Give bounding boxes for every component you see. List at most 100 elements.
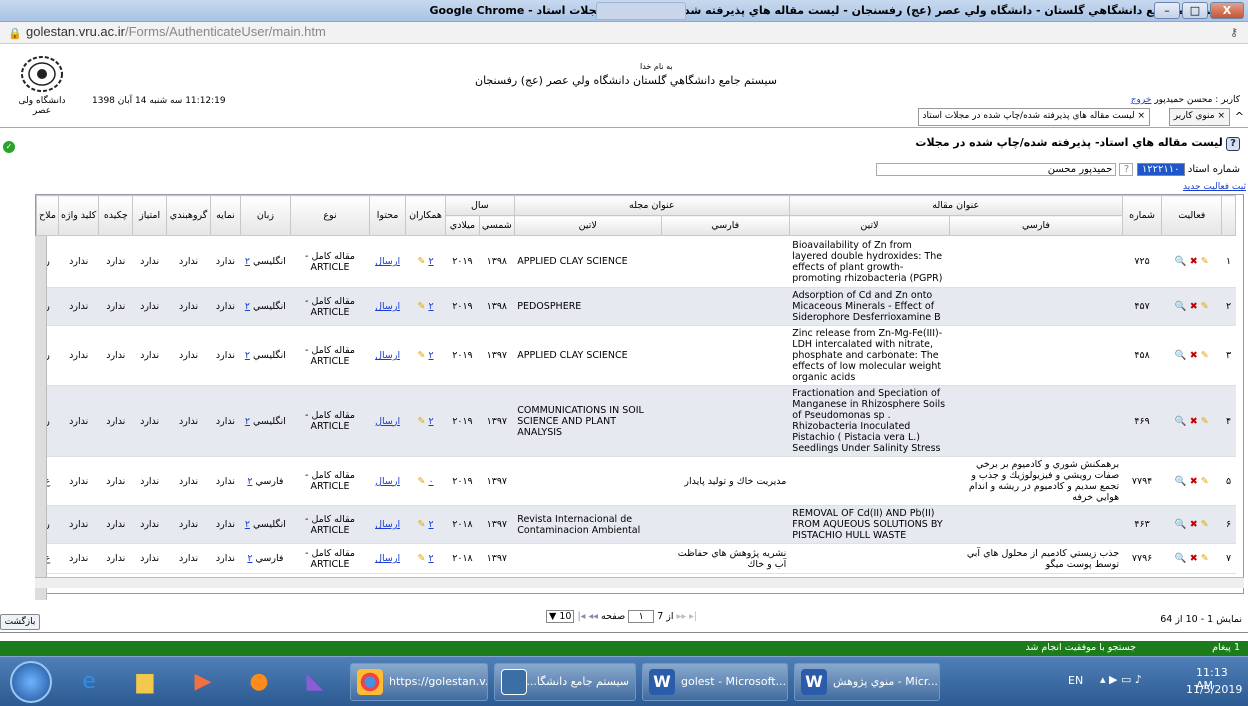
page-size-select[interactable]: ▼ 10 bbox=[546, 610, 575, 623]
language-mark[interactable]: ۲ bbox=[247, 476, 252, 487]
delete-icon[interactable]: ✖ bbox=[1190, 416, 1198, 427]
vs-icon[interactable]: ◣ bbox=[292, 663, 338, 701]
home-caret-icon[interactable]: ^ bbox=[1235, 110, 1244, 123]
view-icon[interactable]: 🔍 bbox=[1175, 553, 1187, 564]
close-button[interactable]: X bbox=[1210, 2, 1244, 19]
taskbar-golestan[interactable]: سيستم جامع دانشگا... bbox=[494, 663, 636, 701]
send-link[interactable]: ارسال bbox=[375, 350, 400, 361]
edit-coauthors-icon[interactable]: ✎ bbox=[417, 416, 425, 427]
professor-label: شماره استاد bbox=[1187, 164, 1240, 175]
taskbar-word-1[interactable]: Wgolest - Microsoft... bbox=[642, 663, 788, 701]
coauthor-count[interactable]: ۲ bbox=[428, 256, 433, 267]
row-journal-latin: PEDOSPHERE bbox=[514, 287, 662, 326]
edit-icon[interactable]: ✎ bbox=[1201, 519, 1209, 530]
logout-link[interactable]: خروج bbox=[1131, 95, 1152, 105]
row-title-latin: Adsorption of Cd and Zn onto Micaceous M… bbox=[789, 287, 950, 326]
edit-coauthors-icon[interactable]: ✎ bbox=[417, 519, 425, 530]
row-actions: ✎ ✖ 🔍 bbox=[1161, 287, 1222, 326]
coauthor-count[interactable]: ۲ bbox=[428, 519, 433, 530]
address-bar[interactable]: 🔒 golestan.vru.ac.ir/Forms/AuthenticateU… bbox=[0, 22, 1248, 44]
delete-icon[interactable]: ✖ bbox=[1190, 256, 1198, 267]
page-number-input[interactable]: ۱ bbox=[628, 610, 655, 623]
grid-hscroll[interactable] bbox=[35, 577, 1244, 588]
tray-icons[interactable]: ▴ ▶ ▭ ♪ bbox=[1100, 673, 1142, 686]
back-button[interactable]: بازگشت bbox=[0, 614, 40, 630]
maximize-button[interactable]: □ bbox=[1182, 2, 1208, 19]
edit-coauthors-icon[interactable]: ✎ bbox=[417, 301, 425, 312]
send-link[interactable]: ارسال bbox=[375, 519, 400, 530]
clock-date[interactable]: 11/5/2019 bbox=[1186, 683, 1242, 696]
prev-page-icon[interactable]: ◂◂ bbox=[588, 611, 598, 622]
delete-icon[interactable]: ✖ bbox=[1190, 476, 1198, 487]
view-icon[interactable]: 🔍 bbox=[1175, 301, 1187, 312]
help-icon[interactable]: ? bbox=[1226, 137, 1240, 151]
professor-number-field[interactable]: ۱۲۲۲۱۱۰ bbox=[1136, 163, 1185, 176]
key-icon[interactable]: ⚷ bbox=[1230, 26, 1238, 39]
row-journal-latin bbox=[514, 543, 662, 574]
view-icon[interactable]: 🔍 bbox=[1175, 416, 1187, 427]
edit-icon[interactable]: ✎ bbox=[1201, 476, 1209, 487]
view-icon[interactable]: 🔍 bbox=[1175, 256, 1187, 267]
language-mark[interactable]: ۲ bbox=[247, 553, 252, 564]
language-mark[interactable]: ۲ bbox=[245, 416, 250, 427]
edit-coauthors-icon[interactable]: ✎ bbox=[417, 476, 425, 487]
delete-icon[interactable]: ✖ bbox=[1190, 553, 1198, 564]
row-abstract: ندارد bbox=[98, 235, 133, 288]
edit-coauthors-icon[interactable]: ✎ bbox=[417, 350, 425, 361]
delete-icon[interactable]: ✖ bbox=[1190, 519, 1198, 530]
row-keyword: ندارد bbox=[58, 456, 99, 506]
next-page-icon[interactable]: ▸▸ bbox=[677, 611, 687, 622]
language-mark[interactable]: ۲ bbox=[245, 256, 250, 267]
send-link[interactable]: ارسال bbox=[375, 256, 400, 267]
start-button[interactable] bbox=[10, 661, 52, 703]
view-icon[interactable]: 🔍 bbox=[1175, 350, 1187, 361]
coauthor-count[interactable]: ۲ bbox=[428, 350, 433, 361]
tab-close-icon[interactable]: × bbox=[1217, 111, 1225, 121]
edit-coauthors-icon[interactable]: ✎ bbox=[417, 256, 425, 267]
tab-article-list[interactable]: × ليست مقاله هاي پذيرفته شده/چاپ شده در … bbox=[917, 108, 1150, 126]
row-journal-farsi bbox=[661, 287, 790, 326]
new-activity-link[interactable]: ثبت فعاليت جديد bbox=[1183, 182, 1246, 192]
edit-icon[interactable]: ✎ bbox=[1201, 553, 1209, 564]
url-text[interactable]: golestan.vru.ac.ir/Forms/AuthenticateUse… bbox=[26, 24, 326, 39]
row-content: ارسال bbox=[369, 543, 406, 574]
edit-icon[interactable]: ✎ bbox=[1201, 301, 1209, 312]
coauthor-count[interactable]: ۲ bbox=[428, 301, 433, 312]
lookup-icon[interactable]: ? bbox=[1119, 163, 1134, 176]
send-link[interactable]: ارسال bbox=[375, 476, 400, 487]
language-indicator[interactable]: EN bbox=[1068, 674, 1083, 687]
edit-icon[interactable]: ✎ bbox=[1201, 416, 1209, 427]
send-link[interactable]: ارسال bbox=[375, 416, 400, 427]
last-page-icon[interactable]: ▸| bbox=[689, 611, 697, 622]
coauthor-count[interactable]: ۰ bbox=[428, 476, 433, 487]
explorer-icon[interactable]: ▆ bbox=[122, 663, 168, 701]
language-mark[interactable]: ۲ bbox=[245, 519, 250, 530]
taskbar-chrome[interactable]: https://golestan.v... bbox=[350, 663, 488, 701]
row-year-miladi: ۲۰۱۸ bbox=[445, 505, 480, 544]
view-icon[interactable]: 🔍 bbox=[1175, 519, 1187, 530]
tab-user-menu[interactable]: × منوي كاربر bbox=[1168, 108, 1230, 126]
minimize-button[interactable]: – bbox=[1154, 2, 1180, 19]
media-icon[interactable]: ▶ bbox=[180, 663, 226, 701]
first-page-icon[interactable]: |◂ bbox=[577, 611, 585, 622]
tab-close-icon[interactable]: × bbox=[1137, 111, 1145, 121]
coauthor-count[interactable]: ۲ bbox=[428, 416, 433, 427]
professor-name-field[interactable]: حميدپور محسن bbox=[876, 163, 1117, 176]
grid-vscroll[interactable] bbox=[35, 236, 47, 600]
row-title-farsi bbox=[949, 287, 1123, 326]
coauthor-count[interactable]: ۲ bbox=[428, 553, 433, 564]
ie-icon[interactable]: e bbox=[66, 663, 112, 701]
send-link[interactable]: ارسال bbox=[375, 553, 400, 564]
language-mark[interactable]: ۲ bbox=[245, 350, 250, 361]
firefox-icon[interactable]: ● bbox=[236, 663, 282, 701]
send-link[interactable]: ارسال bbox=[375, 301, 400, 312]
language-mark[interactable]: ۲ bbox=[245, 301, 250, 312]
delete-icon[interactable]: ✖ bbox=[1190, 350, 1198, 361]
edit-icon[interactable]: ✎ bbox=[1201, 350, 1209, 361]
view-icon[interactable]: 🔍 bbox=[1175, 476, 1187, 487]
edit-coauthors-icon[interactable]: ✎ bbox=[417, 553, 425, 564]
delete-icon[interactable]: ✖ bbox=[1190, 301, 1198, 312]
edit-icon[interactable]: ✎ bbox=[1201, 256, 1209, 267]
taskbar-word-2[interactable]: W منوي پژوهش - Micr... bbox=[794, 663, 940, 701]
row-number: ۴۶۳ bbox=[1122, 505, 1162, 544]
